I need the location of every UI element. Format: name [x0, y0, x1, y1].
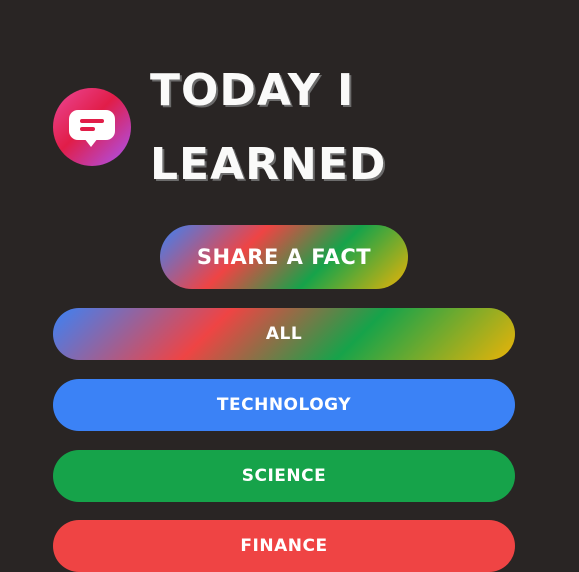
- title-line-1: TODAY I: [150, 65, 355, 116]
- app-title: TODAY I LEARNED: [150, 54, 386, 202]
- bubble-line: [80, 127, 95, 131]
- share-fact-button[interactable]: SHARE A FACT: [160, 225, 408, 289]
- bubble-tail: [84, 138, 98, 147]
- title-line-2: LEARNED: [150, 139, 387, 190]
- bubble-body: [69, 110, 115, 140]
- page: TODAY I LEARNED SHARE A FACT ALL TECHNOL…: [0, 0, 579, 572]
- category-finance-button[interactable]: FINANCE: [53, 520, 515, 572]
- category-technology-button[interactable]: TECHNOLOGY: [53, 379, 515, 431]
- bubble-line: [80, 119, 104, 123]
- category-all-button[interactable]: ALL: [53, 308, 515, 360]
- category-science-button[interactable]: SCIENCE: [53, 450, 515, 502]
- speech-bubble-icon: [53, 88, 131, 166]
